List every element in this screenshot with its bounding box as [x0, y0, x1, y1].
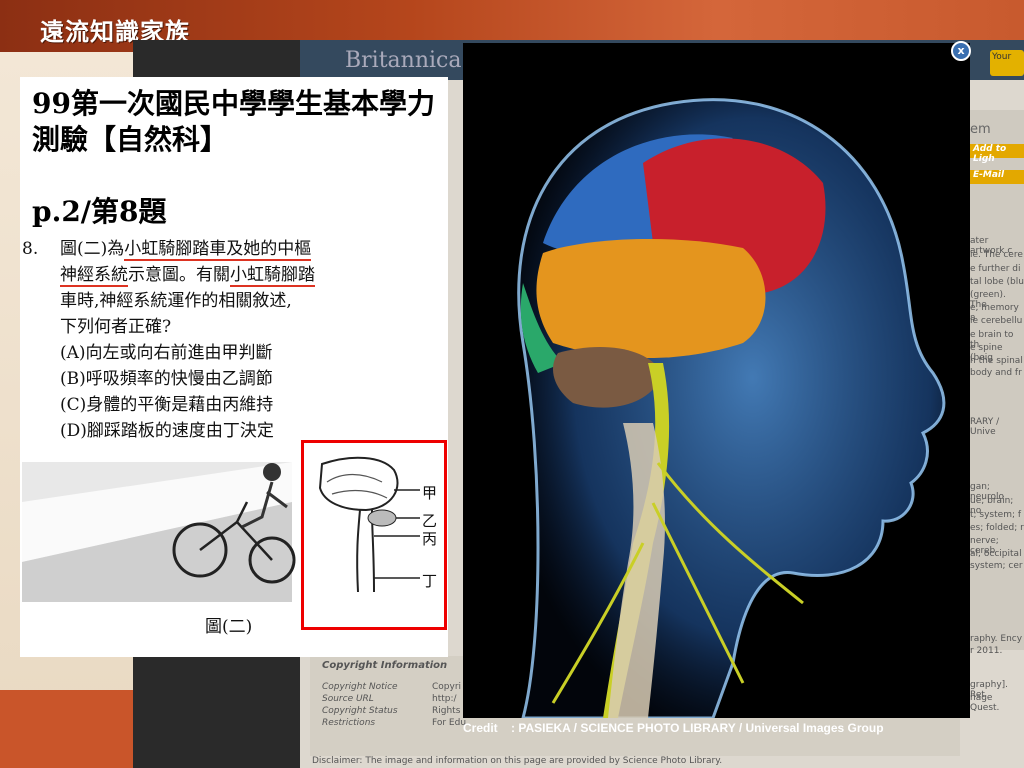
copyright-title: Copyright Information [322, 660, 448, 671]
underlined-text: 小虹騎腳踏車及她的 [124, 239, 278, 261]
copyright-value: Rights [432, 706, 461, 716]
sidebar-caption-fragment: e further di [970, 264, 1021, 274]
sidebar-heading: em [970, 122, 991, 137]
britannica-user-button[interactable]: Your [990, 50, 1024, 76]
answer-option-a: (A)向左或向右前進由甲判斷 [60, 343, 273, 363]
copyright-value: http:/ [432, 694, 457, 704]
brain-label-bing: 丙 [422, 530, 438, 548]
brain-anatomy-image [463, 43, 970, 718]
answer-option-c: (C)身體的平衡是藉由丙維持 [60, 395, 274, 415]
bottom-band [0, 690, 140, 768]
brain-label-ding: 丁 [422, 572, 438, 590]
copyright-label: Copyright Notice [322, 682, 398, 692]
add-to-lightbox-button[interactable]: Add to Ligh [970, 144, 1024, 164]
sidebar-caption-fragment: raphy. Ency [970, 634, 1023, 644]
answer-option-d: (D)腳踩踏板的速度由丁決定 [60, 421, 274, 441]
question-text: 圖(二)為 [60, 239, 125, 259]
question-text: 示意圖。有關 [128, 265, 230, 285]
question-line: 下列何者正確? [60, 317, 172, 337]
email-button[interactable]: E-Mail [970, 170, 1024, 184]
brain-label-jia: 甲 [422, 484, 438, 502]
underlined-text: 中樞 [277, 239, 312, 261]
close-icon[interactable]: x [951, 41, 971, 61]
copyright-value: Copyri [432, 682, 462, 692]
question-line: 車時,神經系統運作的相關敘述, [60, 291, 292, 311]
sidebar-caption-fragment: nage Quest. [970, 693, 1000, 713]
page-reference: p.2/第8題 [32, 195, 167, 228]
copyright-value: For Edu [432, 718, 467, 728]
copyright-label: Copyright Status [322, 706, 398, 716]
question-line: 圖(二)為小虹騎腳踏車及她的中樞 [60, 236, 312, 262]
image-credit: Credit : PASIEKA / SCIENCE PHOTO LIBRARY… [463, 721, 884, 735]
figure-caption: 圖(二) [205, 617, 253, 637]
disclaimer: Disclaimer: The image and information on… [312, 756, 723, 766]
sidebar-caption-fragment: h the spinal [970, 356, 1023, 366]
copyright-label: Restrictions [322, 718, 376, 728]
underlined-text: 神經系統 [60, 265, 128, 287]
sidebar-caption-fragment: es; folded; r [970, 523, 1024, 533]
sidebar-caption-fragment: r 2011. [970, 646, 1003, 656]
sidebar-caption-fragment: al; occipital [970, 549, 1022, 559]
sidebar-caption-fragment: ie. The cere [970, 250, 1023, 260]
question-number: 8. [22, 239, 39, 259]
sidebar-caption-fragment: tal lobe (blu [970, 277, 1024, 287]
question-line: 神經系統示意圖。有關小虹騎腳踏 [60, 262, 315, 288]
head-illustration [517, 98, 946, 718]
copyright-label: Source URL [322, 694, 374, 704]
answer-option-b: (B)呼吸頻率的快慢由乙調節 [60, 369, 273, 389]
sidebar-caption-fragment: t; system; f [970, 510, 1022, 520]
sidebar-caption-fragment: system; cer [970, 561, 1023, 571]
britannica-logo: Britannica [345, 48, 462, 73]
sidebar-caption-fragment: RARY / Unive [970, 417, 1000, 437]
sidebar-caption-fragment: body and fr [970, 368, 1022, 378]
exam-title: 99第一次國民中學學生基本學力測驗【自然科】 [32, 87, 435, 156]
underlined-text: 小虹騎腳踏 [230, 265, 315, 287]
sidebar-caption-fragment: ie cerebellu [970, 316, 1023, 326]
